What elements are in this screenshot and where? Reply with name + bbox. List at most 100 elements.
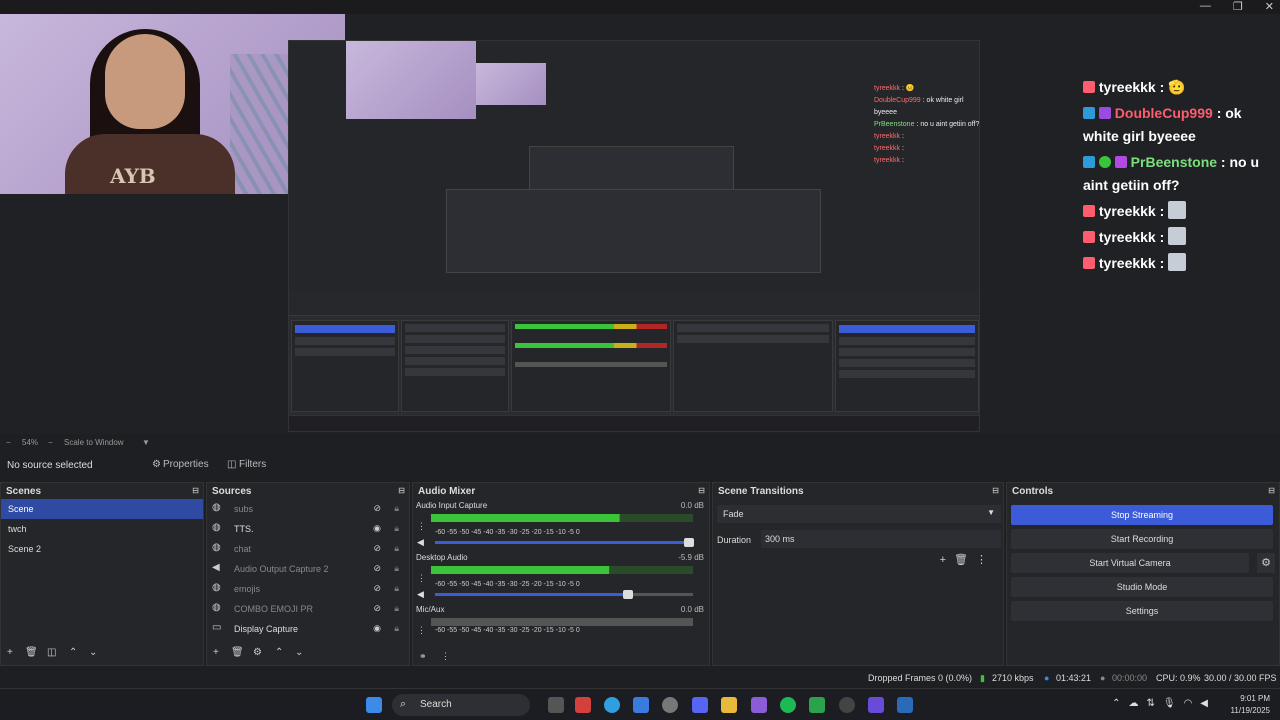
up-icon[interactable]: ⌃ xyxy=(69,647,77,658)
dock-menu-icon[interactable]: ⊟ xyxy=(698,486,705,495)
start-virtual-camera-button[interactable]: Start Virtual Camera xyxy=(1011,553,1249,573)
trash-icon[interactable]: 🗑 xyxy=(231,647,244,658)
volume-icon[interactable]: ◀ xyxy=(1200,698,1216,709)
slider-knob[interactable] xyxy=(684,538,695,547)
maximize-button[interactable]: ❐ xyxy=(1233,0,1243,13)
filter-icon[interactable]: ◫ xyxy=(47,647,56,658)
edge-icon[interactable] xyxy=(604,697,620,713)
slider-knob[interactable] xyxy=(622,590,633,599)
source-item[interactable]: ◀ Audio Output Capture 2 ⊘ 🔒︎ xyxy=(207,559,409,579)
network-icon[interactable]: ⇅ xyxy=(1146,698,1162,709)
gear-icon[interactable]: ⚙ xyxy=(253,647,262,658)
steam-icon[interactable] xyxy=(897,697,913,713)
eye-hidden-icon[interactable]: ⊘ xyxy=(373,583,381,594)
duration-input[interactable]: 300 ms xyxy=(761,530,1001,548)
eye-hidden-icon[interactable]: ⊘ xyxy=(373,563,381,574)
xbox-icon[interactable] xyxy=(809,697,825,713)
filters-button[interactable]: Filters xyxy=(239,459,266,470)
gear-icon[interactable]: ⚙ xyxy=(152,459,161,470)
kebab-icon[interactable]: ⋮ xyxy=(417,521,426,532)
app-icon[interactable] xyxy=(868,697,884,713)
lock-icon[interactable]: 🔒︎ xyxy=(394,623,399,634)
chevron-up-icon[interactable]: ⌃ xyxy=(1112,698,1128,709)
source-item[interactable]: ▭ Display Capture ◉ 🔒︎ xyxy=(207,619,409,639)
source-item[interactable]: ◍ TTS. ◉ 🔒︎ xyxy=(207,519,409,539)
source-item[interactable]: ◍ chat ⊘ 🔒︎ xyxy=(207,539,409,559)
eye-hidden-icon[interactable]: ⊘ xyxy=(373,503,381,514)
scene-item[interactable]: Scene xyxy=(1,499,203,519)
mic-icon[interactable]: 🎙︎ xyxy=(1163,698,1184,709)
kebab-icon[interactable]: ⋮ xyxy=(417,625,426,636)
gear-icon[interactable]: ⚙ xyxy=(1257,553,1275,573)
scene-transitions-dock: Scene Transitions ⊟ Fade ▼ Duration 300 ms… xyxy=(712,482,1004,666)
volume-slider[interactable] xyxy=(435,590,693,599)
add-icon[interactable]: + xyxy=(940,554,954,566)
store-icon[interactable] xyxy=(633,697,649,713)
scene-item[interactable]: Scene 2 xyxy=(1,539,203,559)
filter-icon[interactable]: ◫ xyxy=(227,459,236,470)
task-view-icon[interactable] xyxy=(548,697,564,713)
eye-icon[interactable]: ◉ xyxy=(373,623,381,634)
add-icon[interactable]: + xyxy=(213,647,219,658)
record-icon: ● xyxy=(1100,673,1106,683)
source-item[interactable]: ◍ subs ⊘ 🔒︎ xyxy=(207,499,409,519)
dock-menu-icon[interactable]: ⊟ xyxy=(992,486,999,495)
mixer-channel: Mic/Aux 0.0 dB ⋮ -60 -55 -50 -45 -40 -35… xyxy=(416,605,704,636)
trash-icon[interactable]: 🗑 xyxy=(954,554,976,566)
mic-icon[interactable] xyxy=(662,697,678,713)
speaker-icon[interactable]: ◀ xyxy=(417,589,424,600)
lock-icon[interactable]: 🔒︎ xyxy=(394,503,399,514)
eye-hidden-icon[interactable]: ⊘ xyxy=(373,543,381,554)
stop-streaming-button[interactable]: Stop Streaming xyxy=(1011,505,1273,525)
taskbar-search[interactable]: ⌕ Search xyxy=(392,694,530,716)
scene-item[interactable]: twch xyxy=(1,519,203,539)
dock-menu-icon[interactable]: ⊟ xyxy=(1268,486,1275,495)
folder-icon[interactable] xyxy=(721,697,737,713)
cloud-icon[interactable]: ☁ xyxy=(1128,698,1146,709)
chevron-down-icon[interactable]: ▼ xyxy=(142,438,150,447)
zoom-in-icon[interactable]: − xyxy=(48,438,53,447)
close-button[interactable]: ✕ xyxy=(1265,0,1274,13)
down-icon[interactable]: ⌄ xyxy=(89,647,97,658)
windows-start-icon[interactable] xyxy=(366,697,382,713)
spotify-icon[interactable] xyxy=(780,697,796,713)
studio-mode-button[interactable]: Studio Mode xyxy=(1011,577,1273,597)
down-icon[interactable]: ⌄ xyxy=(295,647,303,658)
kebab-icon[interactable]: ⋮ xyxy=(441,651,450,662)
zoom-out-icon[interactable]: − xyxy=(6,438,11,447)
dock-menu-icon[interactable]: ⊟ xyxy=(398,486,405,495)
settings-button[interactable]: Settings xyxy=(1011,601,1273,621)
up-icon[interactable]: ⌃ xyxy=(275,647,283,658)
wifi-icon[interactable]: ◠ xyxy=(1184,698,1201,709)
minimize-button[interactable]: — xyxy=(1200,0,1211,13)
obs-icon[interactable] xyxy=(839,697,855,713)
dock-menu-icon[interactable]: ⊟ xyxy=(192,486,199,495)
volume-slider[interactable] xyxy=(435,538,695,547)
link-icon[interactable]: ⚭ xyxy=(419,651,427,662)
transition-select[interactable]: Fade ▼ xyxy=(717,505,1001,523)
source-item[interactable]: ◍ COMBO EMOJI PR ⊘ 🔒︎ xyxy=(207,599,409,619)
start-recording-button[interactable]: Start Recording xyxy=(1011,529,1273,549)
zoom-level: 54% xyxy=(22,438,39,447)
lock-icon[interactable]: 🔒︎ xyxy=(394,563,399,574)
kebab-icon[interactable]: ⋮ xyxy=(417,573,426,584)
source-item[interactable]: ◍ emojis ⊘ 🔒︎ xyxy=(207,579,409,599)
zoom-mode[interactable]: Scale to Window xyxy=(64,438,124,447)
app-icon[interactable] xyxy=(575,697,591,713)
lock-icon[interactable]: 🔒︎ xyxy=(394,543,399,554)
discord-icon[interactable] xyxy=(692,697,708,713)
lock-icon[interactable]: 🔒︎ xyxy=(394,583,399,594)
eye-hidden-icon[interactable]: ⊘ xyxy=(373,603,381,614)
lock-icon[interactable]: 🔒︎ xyxy=(394,523,399,534)
properties-button[interactable]: Properties xyxy=(163,459,209,470)
eye-icon[interactable]: ◉ xyxy=(373,523,381,534)
add-icon[interactable]: + xyxy=(7,647,13,658)
preview-canvas[interactable]: AYB tyreekkk : 😐 DoubleCup999 : ok white… xyxy=(0,14,1280,434)
emote-image xyxy=(1168,227,1187,245)
trash-icon[interactable]: 🗑 xyxy=(25,647,38,658)
speaker-icon[interactable]: ◀ xyxy=(417,537,424,548)
lock-icon[interactable]: 🔒︎ xyxy=(394,603,399,614)
kebab-icon[interactable]: ⋮ xyxy=(976,554,995,566)
app-icon[interactable] xyxy=(751,697,767,713)
clock[interactable]: 9:01 PM 11/19/2025 xyxy=(1231,693,1270,717)
